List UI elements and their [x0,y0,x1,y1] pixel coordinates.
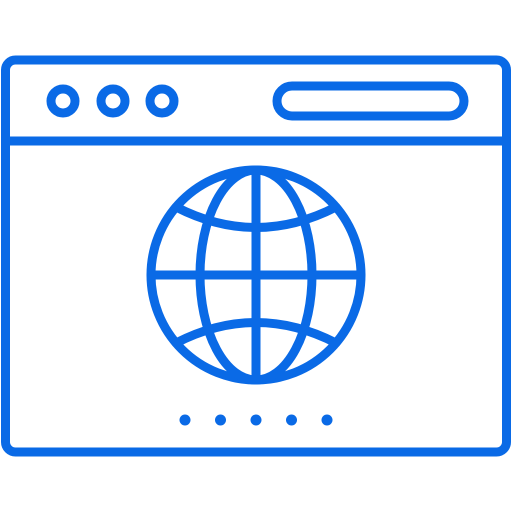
pagination-dot [179,414,191,426]
address-bar-icon [272,81,469,121]
window-control-minimize-icon [96,84,130,118]
pagination-dot [321,414,333,426]
pagination-dot [250,414,262,426]
browser-window-globe-icon [1,55,511,457]
window-control-close-icon [46,84,80,118]
window-control-maximize-icon [145,84,179,118]
pagination-dot [286,414,297,426]
pagination-dot [215,414,226,426]
icon-canvas [0,0,512,512]
pagination-dots [179,414,333,426]
globe-icon [146,165,366,385]
